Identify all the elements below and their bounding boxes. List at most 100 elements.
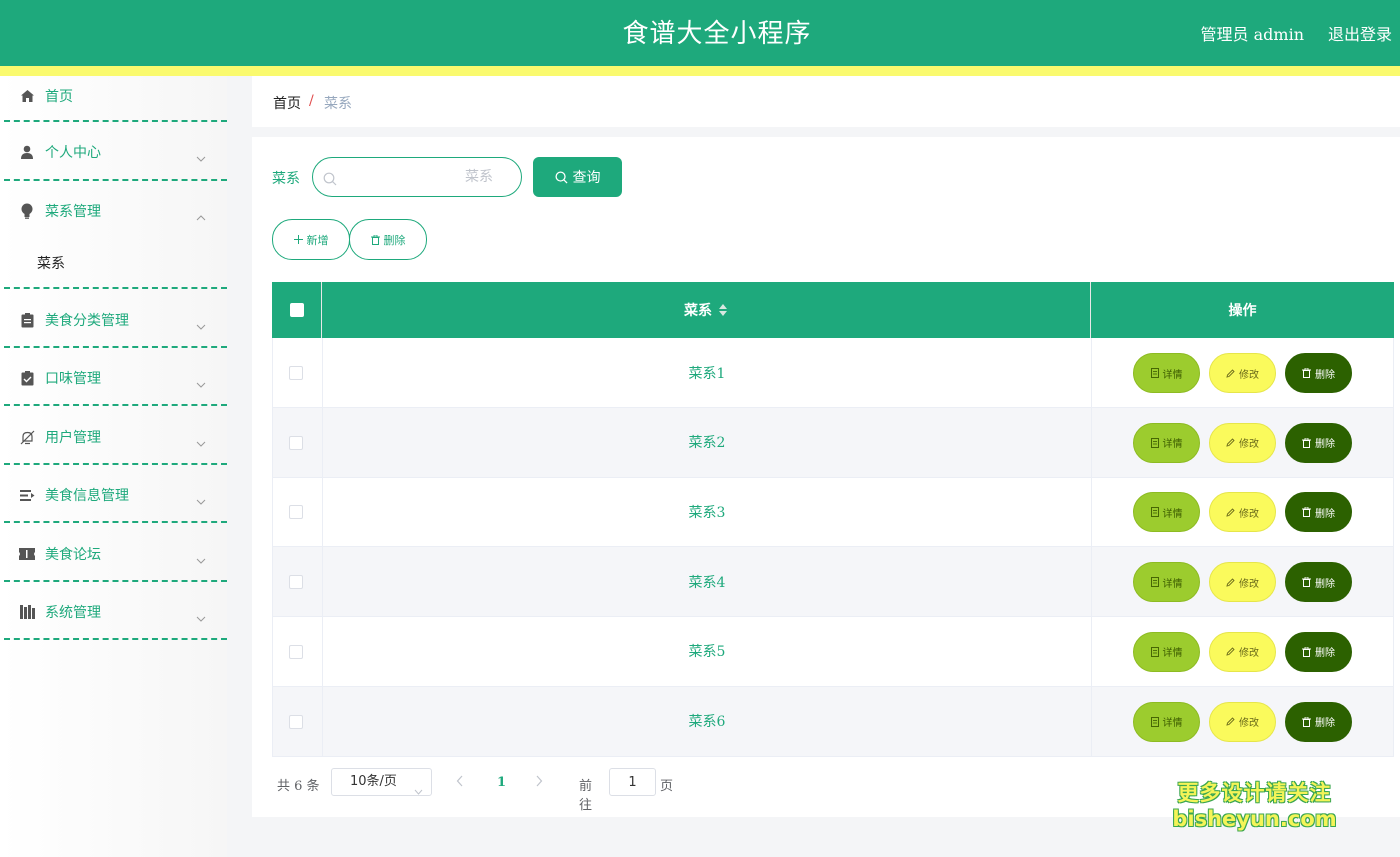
list-icon [19,487,35,503]
edit-button[interactable]: 修改 [1209,701,1276,742]
edit-button[interactable]: 修改 [1209,492,1276,533]
chevron-down-icon [196,373,206,388]
search-input[interactable] [343,166,493,188]
pencil-icon [1226,368,1235,378]
row-actions-cell: 详情 修改 删除 [1092,477,1394,546]
sidebar-item-cuisine-management[interactable]: 菜系管理 [0,191,227,231]
sidebar-item-food-category-management[interactable]: 美食分类管理 [0,300,227,340]
sidebar-item-personal-center[interactable]: 个人中心 [0,132,227,172]
prev-page-button[interactable] [456,775,468,789]
cuisine-name-cell: 菜系6 [323,686,1092,756]
sidebar-item-system-management[interactable]: 系统管理 [0,592,227,632]
sidebar-item-flavor-management[interactable]: 口味管理 [0,358,227,398]
sidebar: 首页 个人中心 菜系管理 菜系 美食分类管理 口味管理 用户管理 美食信息管理 … [0,76,227,857]
detail-button[interactable]: 详情 [1133,422,1200,463]
table-row: 菜系5 详情 修改 删除 [272,616,1394,687]
cuisine-name: 菜系3 [688,504,726,521]
edit-button-label: 修改 [1239,648,1259,660]
detail-button[interactable]: 详情 [1133,492,1200,533]
document-icon [1150,646,1159,657]
sidebar-subitem-cuisine[interactable]: 菜系 [0,243,227,283]
query-button[interactable]: 查询 [533,157,622,197]
column-header-cuisine[interactable]: 菜系 [322,282,1091,338]
sidebar-item-label: 系统管理 [45,605,101,621]
cuisine-name-cell: 菜系4 [323,547,1092,617]
page-size-value: 10条/页 [350,774,397,789]
menu-divider [4,521,227,523]
delete-button[interactable]: 删除 [1285,422,1352,463]
edit-button[interactable]: 修改 [1209,562,1276,603]
detail-button-label: 详情 [1162,578,1183,590]
table-row: 菜系3 详情 修改 删除 [272,477,1394,548]
sort-icon[interactable] [718,303,728,317]
goto-label: 前往 [579,779,593,813]
detail-button-label: 详情 [1162,369,1183,381]
cuisine-name-cell: 菜系3 [323,477,1092,547]
add-button[interactable]: 新增 [272,219,350,260]
sidebar-item-food-forum[interactable]: 美食论坛 [0,534,227,574]
detail-button[interactable]: 详情 [1133,631,1200,672]
edit-button[interactable]: 修改 [1209,353,1276,393]
edit-button-label: 修改 [1239,439,1259,451]
checklist-icon [19,370,35,386]
row-checkbox[interactable] [289,366,303,380]
row-select-cell [273,547,323,617]
row-checkbox[interactable] [289,435,303,450]
sidebar-subitem-label: 菜系 [37,256,65,272]
row-checkbox[interactable] [289,575,303,590]
delete-button-label: 删除 [1315,439,1335,451]
row-checkbox[interactable] [289,644,303,659]
watermark-line2: bisheyun.com [1172,807,1337,831]
sidebar-item-food-info-management[interactable]: 美食信息管理 [0,475,227,515]
sidebar-item-label: 美食分类管理 [45,313,129,329]
search-icon [554,170,573,184]
batch-delete-button[interactable]: 删除 [349,219,427,260]
sidebar-item-user-management[interactable]: 用户管理 [0,417,227,457]
current-user: 管理员 admin [1200,25,1304,44]
detail-button[interactable]: 详情 [1133,353,1200,393]
select-all-cell [272,282,322,338]
bell-off-icon [19,429,35,445]
menu-divider [4,404,227,406]
sidebar-item-label: 口味管理 [45,371,101,387]
select-all-checkbox[interactable] [290,303,304,317]
delete-button[interactable]: 删除 [1285,353,1352,393]
delete-button[interactable]: 删除 [1285,701,1352,742]
menu-divider [4,463,227,465]
chevron-up-icon [196,206,206,221]
main-content: 菜系 查询 新增 删除 菜系 [252,137,1400,817]
cuisine-name-cell: 菜系5 [323,616,1092,686]
batch-delete-button-label: 删除 [383,233,406,247]
sidebar-item-label: 首页 [45,89,73,105]
row-actions-cell: 详情 修改 删除 [1092,408,1394,477]
cuisine-name: 菜系5 [688,644,726,661]
page-number[interactable]: 1 [497,775,506,790]
edit-button[interactable]: 修改 [1209,422,1276,463]
chevron-down-icon [414,779,423,805]
delete-button[interactable]: 删除 [1285,562,1352,603]
document-icon [1150,716,1159,727]
detail-button-label: 详情 [1162,508,1183,520]
delete-button-label: 删除 [1315,648,1335,660]
detail-button[interactable]: 详情 [1133,701,1200,742]
row-checkbox[interactable] [289,714,303,729]
goto-page-input[interactable] [609,768,656,796]
table-row: 菜系2 详情 修改 删除 [272,407,1394,478]
next-page-button[interactable] [535,775,547,789]
logout-button[interactable]: 退出登录 [1328,21,1392,45]
edit-button[interactable]: 修改 [1209,631,1276,672]
breadcrumb: 首页 / 菜系 [252,76,1400,127]
plus-icon [293,235,303,244]
breadcrumb-home[interactable]: 首页 [273,93,301,113]
delete-button[interactable]: 删除 [1285,492,1352,533]
cuisine-name: 菜系2 [688,435,726,452]
page-size-select[interactable]: 10条/页 [331,768,432,796]
sidebar-item-home[interactable]: 首页 [0,76,227,116]
row-checkbox[interactable] [289,505,303,520]
breadcrumb-separator: / [309,93,314,109]
detail-button[interactable]: 详情 [1133,562,1200,603]
trash-icon [370,234,380,245]
search-field[interactable] [312,157,522,197]
row-select-cell [273,686,323,756]
delete-button[interactable]: 删除 [1285,631,1352,672]
